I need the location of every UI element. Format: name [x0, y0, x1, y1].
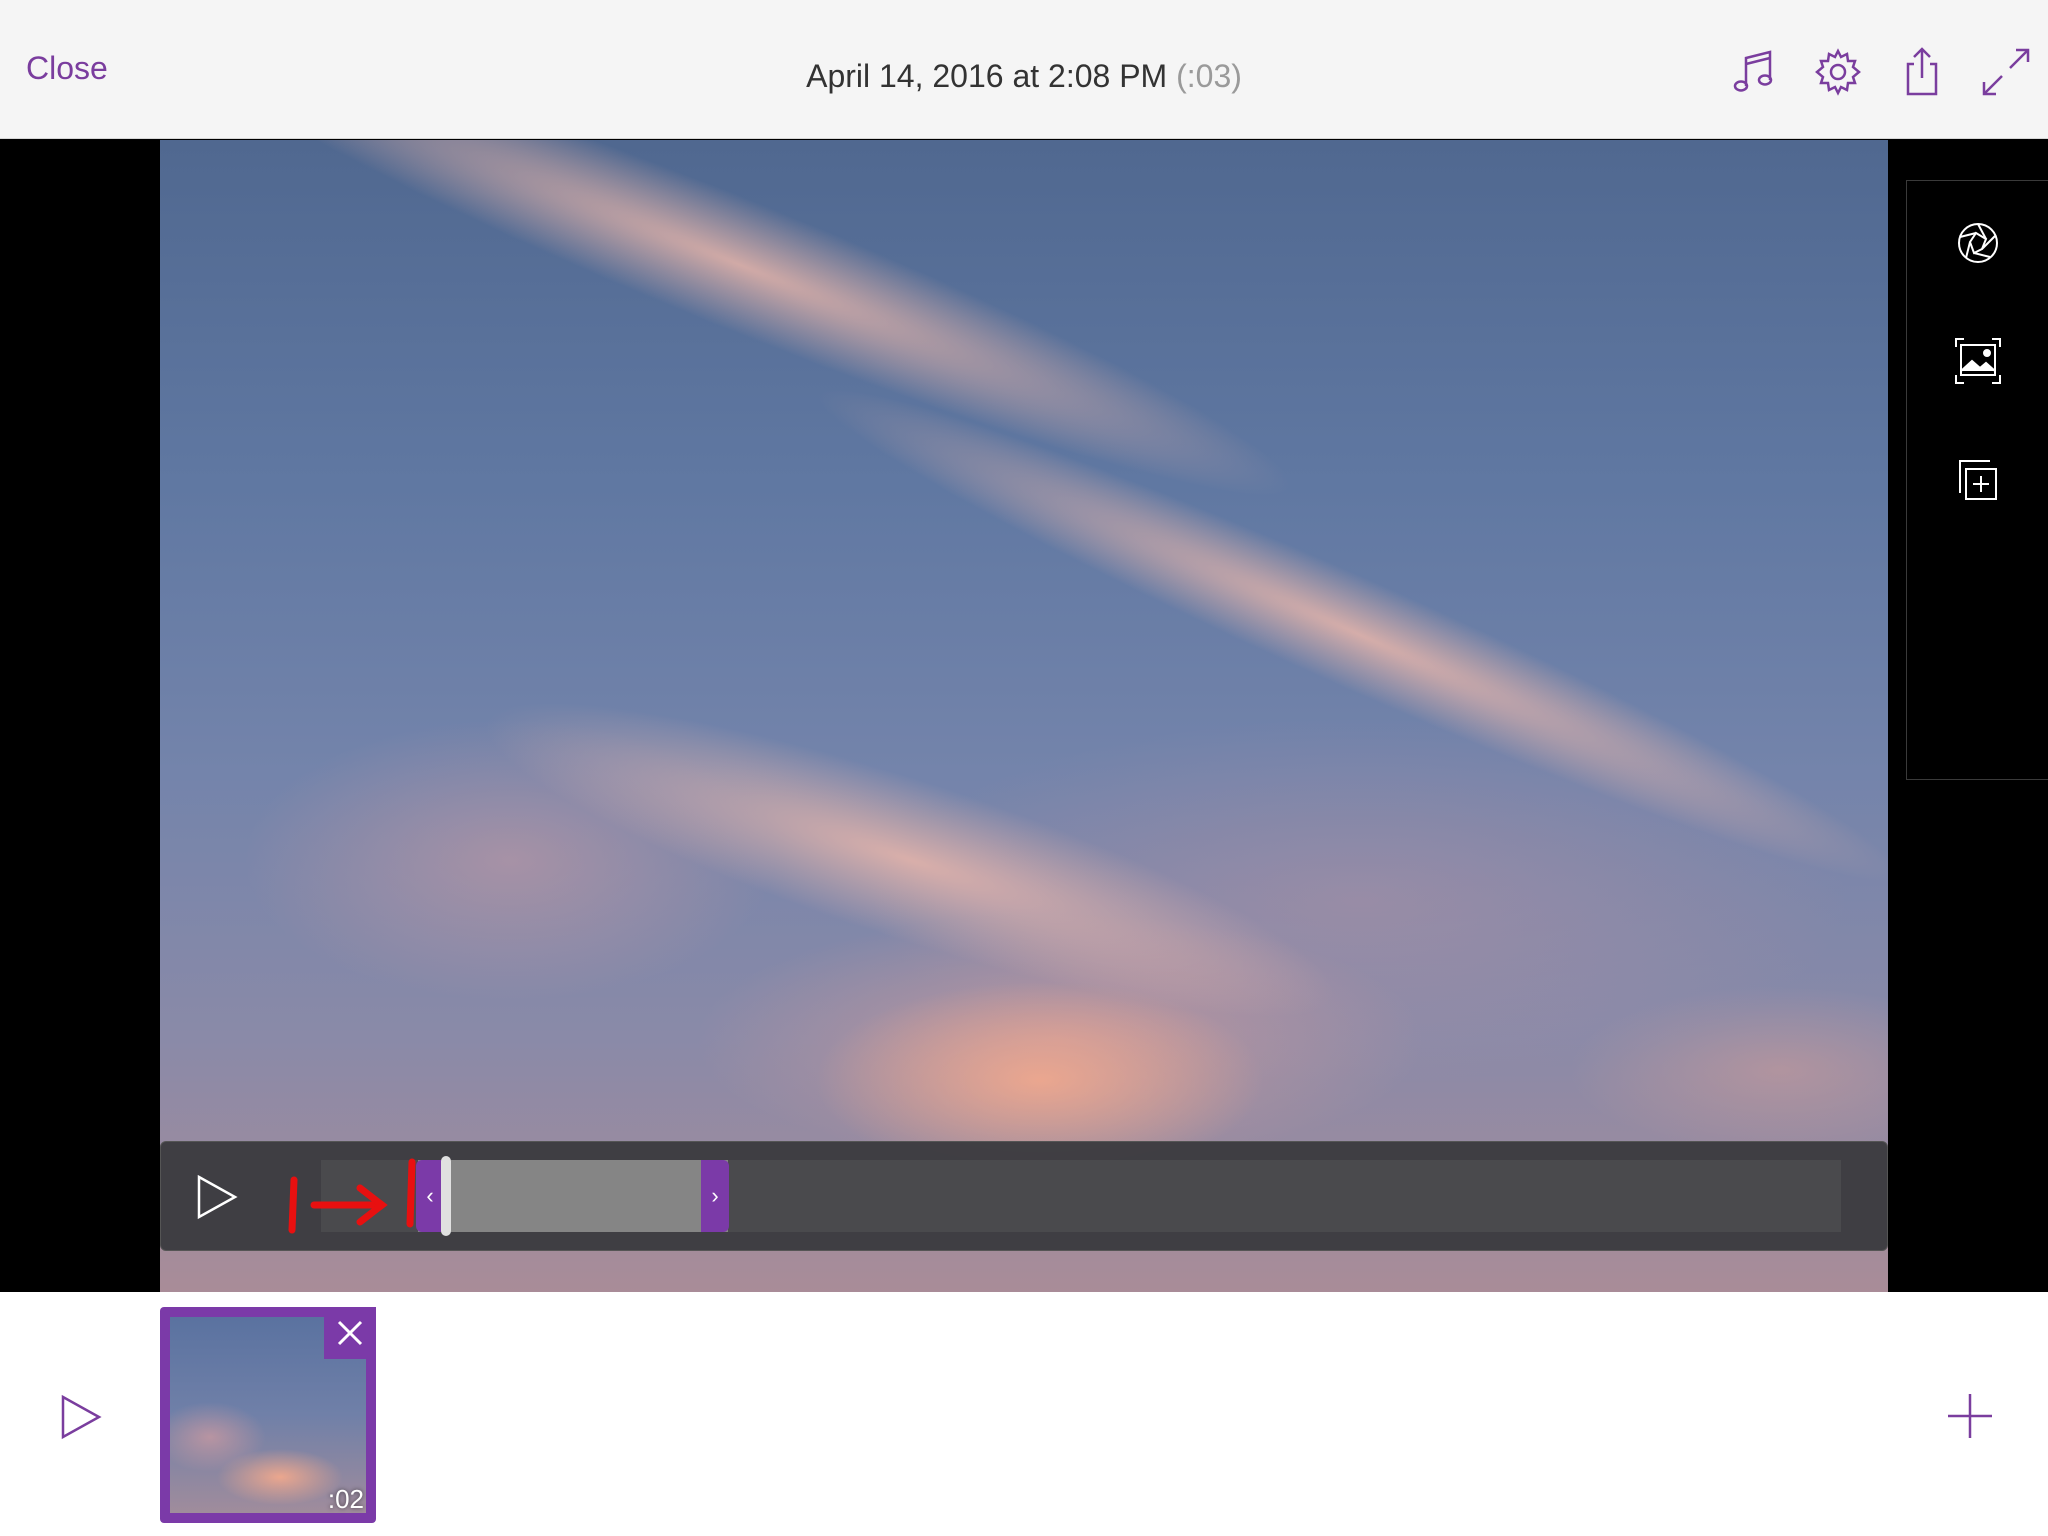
clip-duration: :02: [327, 1484, 364, 1514]
add-clip-button[interactable]: [1944, 1390, 1996, 1442]
share-icon[interactable]: [1896, 46, 1948, 98]
red-arrow-annotation: [288, 1158, 416, 1234]
plus-icon: [1948, 1394, 1992, 1438]
duplicate-add-icon[interactable]: [1954, 457, 2002, 505]
trim-handle-right[interactable]: ›: [701, 1160, 729, 1232]
cloud-streak: [457, 644, 1363, 1076]
play-icon: [61, 1394, 102, 1440]
clip-remove-button[interactable]: [324, 1307, 376, 1359]
gear-icon[interactable]: [1812, 46, 1864, 98]
clip-thumbnail[interactable]: :02: [160, 1307, 376, 1523]
project-duration: (:03): [1176, 58, 1242, 94]
storyboard-strip: :02: [0, 1292, 2048, 1536]
top-bar: Close April 14, 2016 at 2:08 PM (:03): [0, 0, 2048, 139]
music-note-icon[interactable]: [1728, 46, 1780, 98]
preview-photo[interactable]: [160, 140, 1888, 1292]
fullscreen-icon[interactable]: [1980, 46, 2032, 98]
playhead[interactable]: [441, 1156, 451, 1236]
trim-play-button[interactable]: [191, 1172, 241, 1222]
play-icon: [197, 1174, 238, 1220]
storyboard-play-button[interactable]: [55, 1392, 105, 1442]
filter-aperture-icon[interactable]: [1954, 219, 2002, 267]
side-tool-panel: [1906, 180, 2048, 780]
close-icon: [337, 1320, 363, 1346]
project-date: April 14, 2016 at 2:08 PM: [806, 58, 1168, 94]
photo-frame-icon[interactable]: [1954, 337, 2002, 385]
trim-selection[interactable]: [418, 1160, 728, 1232]
